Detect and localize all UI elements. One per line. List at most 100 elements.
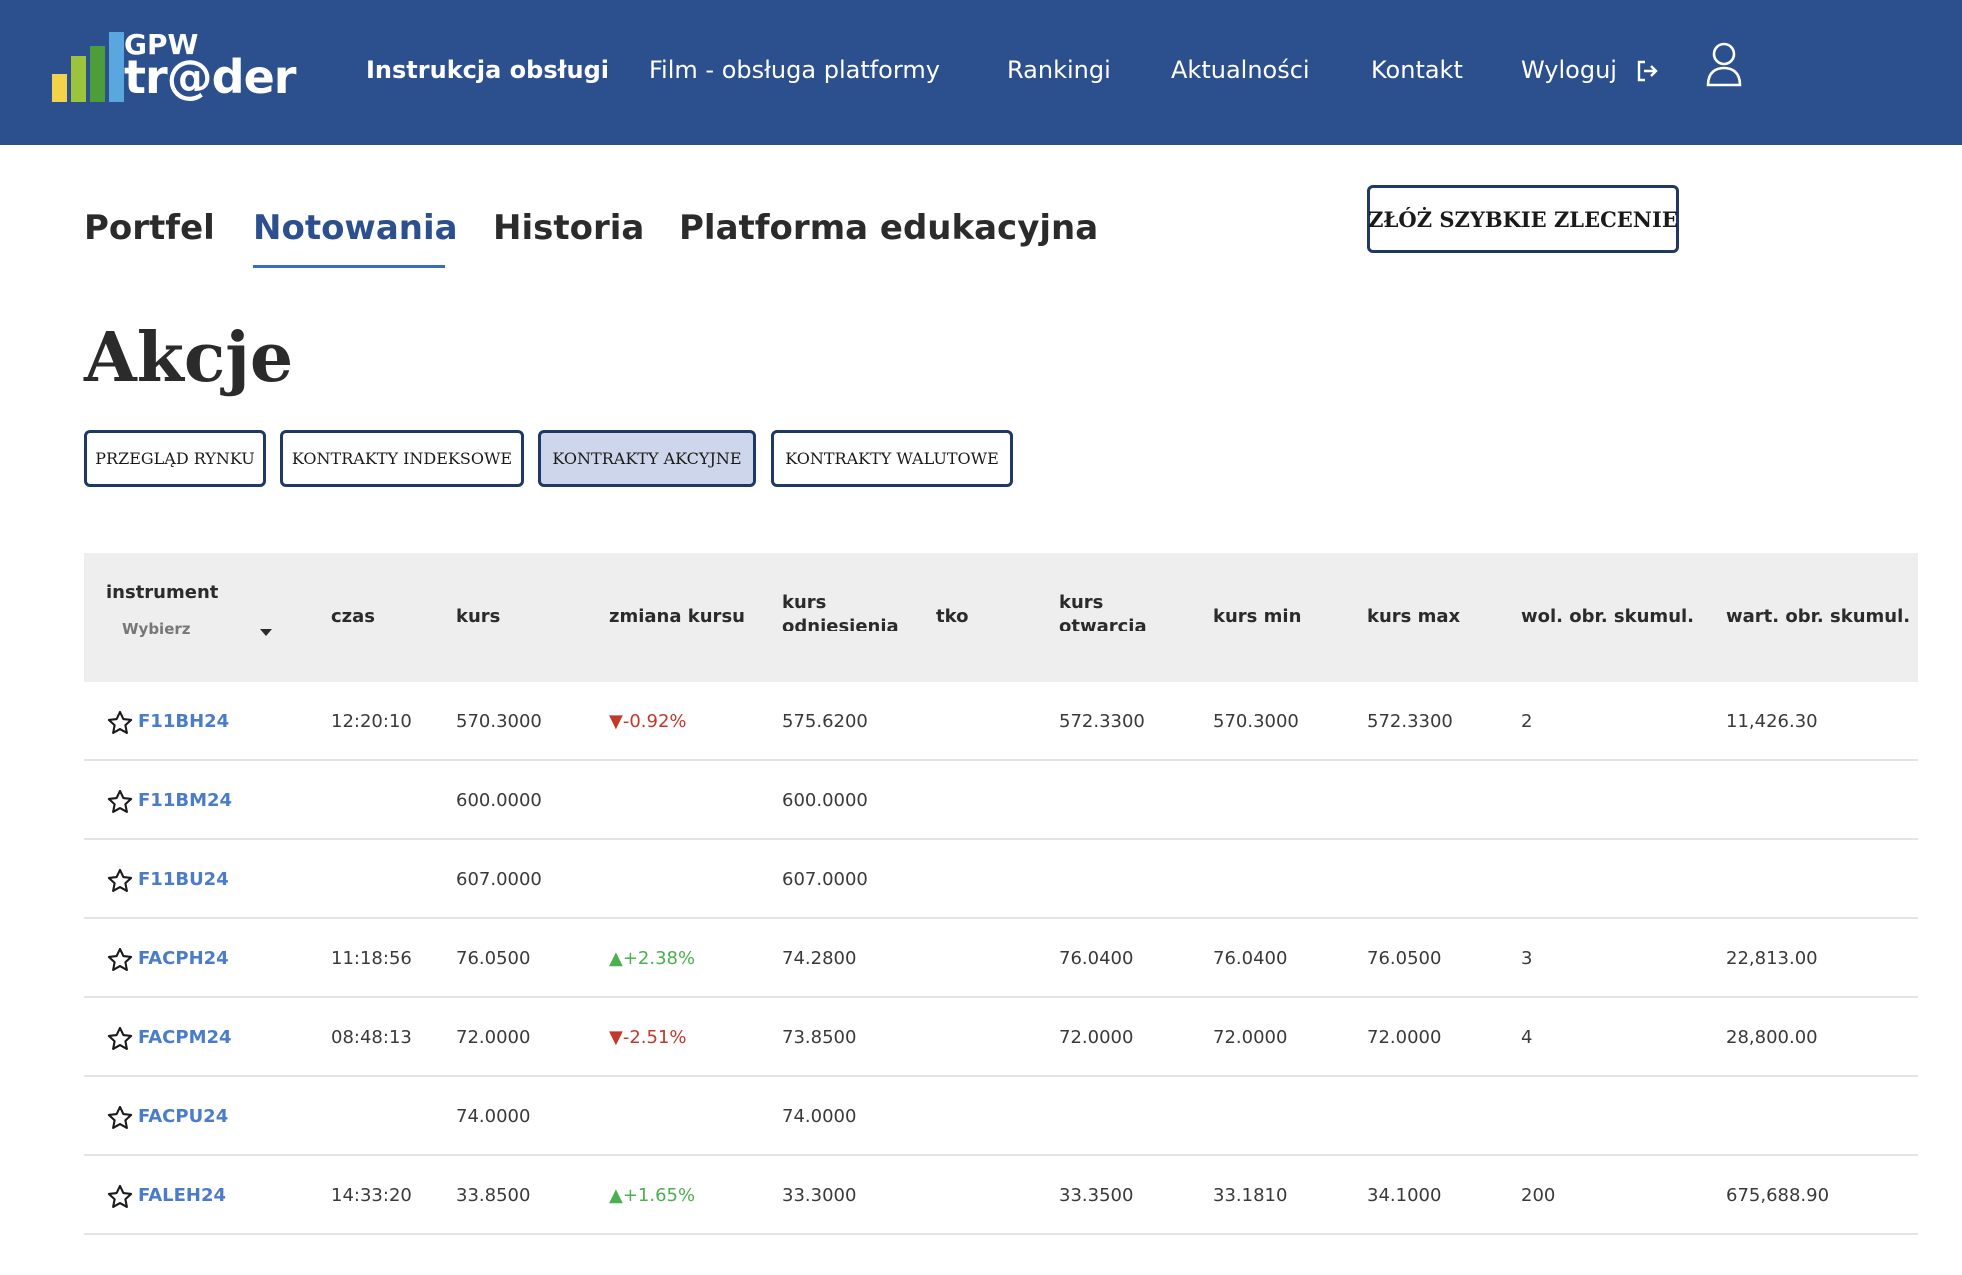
filter-przeglad-rynku[interactable]: PRZEGLĄD RYNKU bbox=[84, 430, 266, 487]
cell-kurs: 72.0000 bbox=[456, 1027, 531, 1048]
column-header-tko[interactable]: tko bbox=[936, 605, 968, 629]
cell-kurs-odniesienia: 33.3000 bbox=[782, 1185, 857, 1206]
cell-zmiana-kursu: ▲+2.38% bbox=[609, 948, 696, 969]
table-row[interactable]: F11BU24 607.0000 607.0000 bbox=[84, 840, 1918, 919]
filter-kontrakty-walutowe[interactable]: KONTRAKTY WALUTOWE bbox=[771, 430, 1013, 487]
logo-bar bbox=[109, 32, 124, 102]
tab-platforma-edukacyjna[interactable]: Platforma edukacyjna bbox=[679, 208, 1098, 248]
instrument-link[interactable]: F11BH24 bbox=[138, 682, 229, 761]
cell-kurs-odniesienia: 74.2800 bbox=[782, 948, 857, 969]
instrument-link[interactable]: F11BU24 bbox=[138, 840, 229, 919]
cell-czas: 08:48:13 bbox=[331, 1027, 412, 1048]
logo-bar bbox=[52, 74, 67, 102]
table-row[interactable]: FALEH24 14:33:20 33.8500 ▲+1.65% 33.3000 33.3… bbox=[84, 1156, 1918, 1235]
chevron-down-icon bbox=[260, 629, 272, 636]
column-header-zmiana-kursu[interactable]: zmiana kursu bbox=[609, 605, 745, 629]
cell-kurs-min: 33.1810 bbox=[1213, 1185, 1288, 1206]
cell-czas: 14:33:20 bbox=[331, 1185, 412, 1206]
cell-kurs-odniesienia: 74.0000 bbox=[782, 1106, 857, 1127]
table-row[interactable]: FACPU24 74.0000 74.0000 bbox=[84, 1077, 1918, 1156]
table-row[interactable]: F11BH24 12:20:10 570.3000 ▼-0.92% 575.6200 57… bbox=[84, 682, 1918, 761]
column-header-kurs-otwarcia[interactable]: kurs otwarcia bbox=[1059, 591, 1179, 631]
cell-kurs-min: 76.0400 bbox=[1213, 948, 1288, 969]
filter-kontrakty-akcyjne[interactable]: KONTRAKTY AKCYJNE bbox=[538, 430, 756, 487]
logout-label: Wyloguj bbox=[1521, 56, 1617, 84]
cell-kurs-max: 34.1000 bbox=[1367, 1185, 1442, 1206]
instrument-link[interactable]: FACPU24 bbox=[138, 1077, 228, 1156]
logout-link[interactable]: Wyloguj bbox=[1521, 48, 1659, 92]
nav-aktualnosci[interactable]: Aktualności bbox=[1171, 48, 1310, 92]
nav-kontakt[interactable]: Kontakt bbox=[1371, 48, 1463, 92]
cell-kurs-odniesienia: 600.0000 bbox=[782, 790, 868, 811]
table-row[interactable]: FACPH24 11:18:56 76.0500 ▲+2.38% 74.2800 76.0… bbox=[84, 919, 1918, 998]
table-row[interactable]: FACPM24 08:48:13 72.0000 ▼-2.51% 73.8500 72.0… bbox=[84, 998, 1918, 1077]
favorite-star-icon[interactable] bbox=[106, 867, 134, 895]
instrument-select-placeholder: Wybierz bbox=[122, 620, 191, 638]
favorite-star-icon[interactable] bbox=[106, 788, 134, 816]
cell-wart-obr-skumul: 22,813.00 bbox=[1726, 948, 1818, 969]
nav-rankingi[interactable]: Rankingi bbox=[1007, 48, 1111, 92]
tab-notowania[interactable]: Notowania bbox=[253, 208, 458, 248]
user-account-icon[interactable] bbox=[1705, 40, 1743, 88]
column-header-kurs-min[interactable]: kurs min bbox=[1213, 605, 1301, 629]
cell-zmiana-kursu: ▼-2.51% bbox=[609, 1027, 687, 1048]
cell-kurs-min: 72.0000 bbox=[1213, 1027, 1288, 1048]
cell-zmiana-kursu: ▲+1.65% bbox=[609, 1185, 696, 1206]
tab-historia[interactable]: Historia bbox=[493, 208, 644, 248]
logo-trader-text: tr@der bbox=[124, 50, 296, 104]
instrument-link[interactable]: FALEH24 bbox=[138, 1156, 226, 1235]
favorite-star-icon[interactable] bbox=[106, 946, 134, 974]
column-header-czas[interactable]: czas bbox=[331, 605, 375, 629]
column-header-kurs-odniesienia[interactable]: kurs odniesienia bbox=[782, 591, 902, 631]
gpw-trader-logo[interactable]: GPW tr@der bbox=[52, 28, 296, 108]
page-title: Akcje bbox=[84, 318, 294, 398]
cell-zmiana-kursu: ▼-0.92% bbox=[609, 711, 687, 732]
favorite-star-icon[interactable] bbox=[106, 1183, 134, 1211]
logout-icon bbox=[1637, 60, 1658, 82]
column-header-kurs[interactable]: kurs bbox=[456, 605, 500, 629]
quick-order-button[interactable]: ZŁÓŻ SZYBKIE ZLECENIE bbox=[1367, 185, 1679, 253]
favorite-star-icon[interactable] bbox=[106, 1104, 134, 1132]
cell-kurs-odniesienia: 575.6200 bbox=[782, 711, 868, 732]
cell-kurs: 33.8500 bbox=[456, 1185, 531, 1206]
active-tab-indicator bbox=[253, 265, 445, 268]
instrument-link[interactable]: F11BM24 bbox=[138, 761, 232, 840]
cell-kurs-min: 570.3000 bbox=[1213, 711, 1299, 732]
cell-wart-obr-skumul: 11,426.30 bbox=[1726, 711, 1818, 732]
tab-portfel[interactable]: Portfel bbox=[84, 208, 215, 248]
instrument-link[interactable]: FACPM24 bbox=[138, 998, 232, 1077]
cell-kurs-otwarcia: 72.0000 bbox=[1059, 1027, 1134, 1048]
favorite-star-icon[interactable] bbox=[106, 1025, 134, 1053]
logo-bar bbox=[71, 56, 86, 102]
cell-wol-obr-skumul: 3 bbox=[1521, 948, 1533, 969]
cell-kurs: 76.0500 bbox=[456, 948, 531, 969]
cell-kurs-otwarcia: 572.3300 bbox=[1059, 711, 1145, 732]
cell-kurs-odniesienia: 607.0000 bbox=[782, 869, 868, 890]
favorite-star-icon[interactable] bbox=[106, 709, 134, 737]
instrument-link[interactable]: FACPH24 bbox=[138, 919, 229, 998]
cell-czas: 11:18:56 bbox=[331, 948, 412, 969]
column-header-instrument: instrument bbox=[106, 582, 219, 603]
filter-kontrakty-indeksowe[interactable]: KONTRAKTY INDEKSOWE bbox=[280, 430, 524, 487]
table-header: instrument Wybierz czas kurs zmiana kurs… bbox=[84, 553, 1918, 682]
cell-wol-obr-skumul: 4 bbox=[1521, 1027, 1533, 1048]
nav-film-obsluga-platformy[interactable]: Film - obsługa platformy bbox=[649, 48, 940, 92]
cell-wart-obr-skumul: 675,688.90 bbox=[1726, 1185, 1830, 1206]
cell-kurs-otwarcia: 76.0400 bbox=[1059, 948, 1134, 969]
column-header-kurs-max[interactable]: kurs max bbox=[1367, 605, 1460, 629]
cell-kurs-otwarcia: 33.3500 bbox=[1059, 1185, 1134, 1206]
cell-wol-obr-skumul: 2 bbox=[1521, 711, 1533, 732]
cell-kurs: 74.0000 bbox=[456, 1106, 531, 1127]
nav-instrukcja-obslugi[interactable]: Instrukcja obsługi bbox=[366, 48, 609, 92]
cell-kurs: 570.3000 bbox=[456, 711, 542, 732]
cell-kurs-max: 76.0500 bbox=[1367, 948, 1442, 969]
cell-kurs-max: 72.0000 bbox=[1367, 1027, 1442, 1048]
cell-wol-obr-skumul: 200 bbox=[1521, 1185, 1556, 1206]
column-header-wol-obr-skumul[interactable]: wol. obr. skumul. bbox=[1521, 605, 1694, 629]
cell-kurs-odniesienia: 73.8500 bbox=[782, 1027, 857, 1048]
cell-kurs: 607.0000 bbox=[456, 869, 542, 890]
cell-wart-obr-skumul: 28,800.00 bbox=[1726, 1027, 1818, 1048]
column-header-wart-obr-skumul[interactable]: wart. obr. skumul. bbox=[1726, 605, 1910, 629]
logo-bar bbox=[90, 46, 105, 102]
table-row[interactable]: F11BM24 600.0000 600.0000 bbox=[84, 761, 1918, 840]
